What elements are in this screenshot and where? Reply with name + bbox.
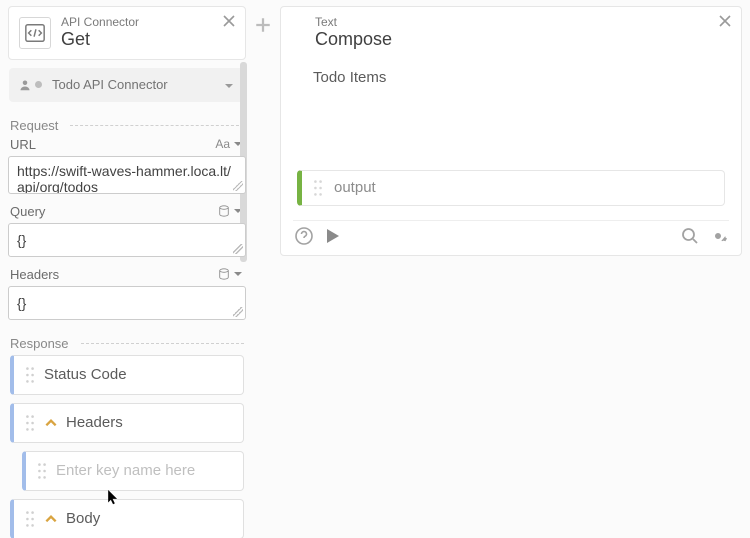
play-icon[interactable] [323,227,341,245]
resize-handle[interactable] [233,181,243,191]
url-input[interactable]: https://swift-waves-hammer.loca.lt/api/o… [8,156,246,194]
query-label: Query [10,204,45,219]
request-section-label: Request [10,118,244,133]
compose-body-text[interactable]: Todo Items [293,51,729,90]
text-compose-icon [293,19,315,46]
headers-key-input-pill[interactable] [22,451,244,491]
drag-handle-icon[interactable] [36,462,48,480]
resize-handle[interactable] [233,307,243,317]
close-icon[interactable] [221,13,237,29]
chevron-down-icon [223,80,235,92]
text-format-icon[interactable]: Aa [215,137,230,151]
drag-handle-icon[interactable] [24,510,36,528]
card-title: Compose [315,29,392,51]
response-body-pill[interactable]: Body [10,499,244,538]
help-icon[interactable] [295,227,313,245]
card-title: Get [61,29,139,51]
card-subtitle: Text [315,15,392,29]
compose-footer [293,220,729,245]
drag-handle-icon[interactable] [24,414,36,432]
data-icon[interactable] [218,205,230,217]
close-icon[interactable] [717,13,733,29]
resize-handle[interactable] [233,244,243,254]
search-icon[interactable] [681,227,699,245]
connector-select[interactable]: Todo API Connector [9,68,245,102]
headers-label: Headers [10,267,59,282]
connector-name: Todo API Connector [52,77,168,92]
data-icon[interactable] [218,268,230,280]
output-pill[interactable]: output [297,170,725,206]
drag-handle-icon[interactable] [312,179,324,197]
collapse-icon[interactable] [44,512,58,526]
headers-input[interactable]: {} [8,286,246,320]
api-connector-card: API Connector Get [8,6,246,60]
response-section-label: Response [10,336,244,351]
key-name-input[interactable] [56,462,233,479]
add-step-button[interactable] [254,16,272,34]
status-code-pill[interactable]: Status Code [10,355,244,395]
url-label: URL [10,137,36,152]
response-headers-pill[interactable]: Headers [10,403,244,443]
status-dot [35,81,42,88]
drag-handle-icon[interactable] [24,366,36,384]
person-icon [19,79,31,91]
query-input[interactable]: {} [8,223,246,257]
collapse-icon[interactable] [44,416,58,430]
compose-card: Text Compose Todo Items output [280,6,742,256]
api-connector-icon [19,17,51,49]
gear-icon[interactable] [709,227,727,245]
card-subtitle: API Connector [61,15,139,29]
